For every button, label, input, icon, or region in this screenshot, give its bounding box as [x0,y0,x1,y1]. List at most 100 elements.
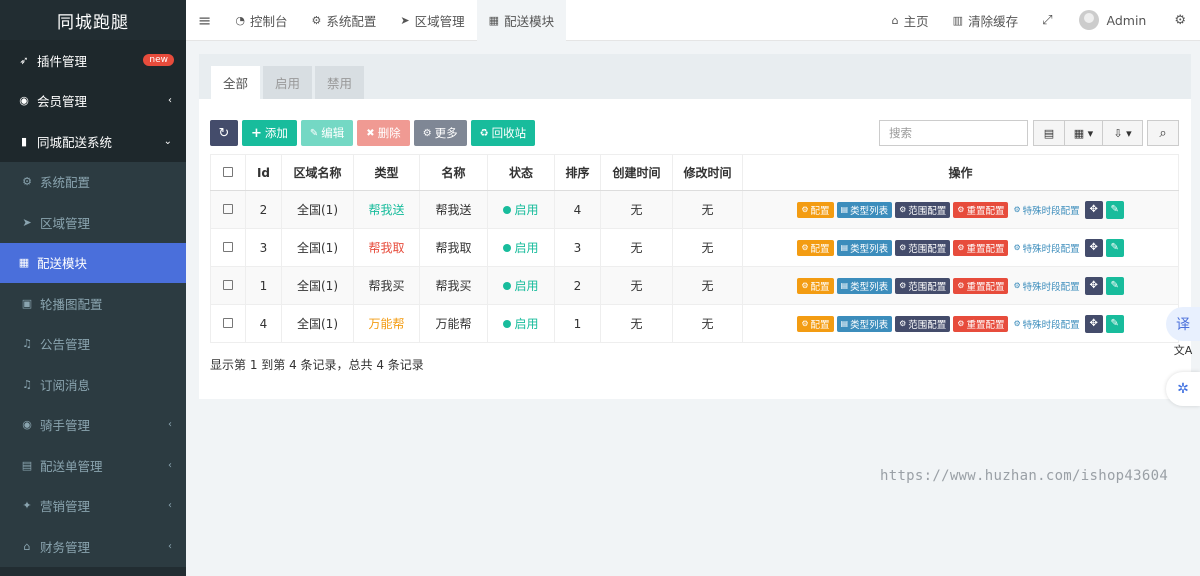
row-edit-button[interactable]: ✎ [1105,314,1124,333]
fullscreen-button[interactable]: ⤢ [1030,0,1064,41]
type-list-button[interactable]: ▤ 类型列表 [836,277,893,294]
col-region[interactable]: 区域名称 [281,154,354,191]
config-button[interactable]: ⚙ 配置 [797,239,834,256]
scope-config-button[interactable]: ⚙ 范围配置 [895,315,951,332]
more-button[interactable]: ⚙ 更多 [413,120,467,146]
type-list-button[interactable]: ▤ 类型列表 [836,201,893,218]
search-button[interactable]: ⌕ [1147,120,1179,146]
chevron-icon: ‹ [168,419,172,431]
type-list-button[interactable]: ▤ 类型列表 [836,239,893,256]
select-all-checkbox[interactable] [223,166,233,177]
image-icon: ▣ [21,296,33,310]
toggle-view-button[interactable]: ▤ [1033,120,1065,146]
sidebar-item-11[interactable]: ✦ 营销管理 ‹ [0,485,186,526]
nav-tab-0[interactable]: ◔ 控制台 [223,0,299,41]
filter-tabs: 全部 启用 禁用 [199,54,1191,99]
status-text[interactable]: 启用 [514,279,538,293]
scope-config-button[interactable]: ⚙ 范围配置 [895,201,951,218]
row-edit-button[interactable]: ✎ [1105,200,1124,219]
nav-tab-1[interactable]: ⚙ 系统配置 [300,0,389,41]
col-modified[interactable]: 修改时间 [672,154,743,191]
status-text[interactable]: 启用 [514,241,538,255]
nav-tab-3[interactable]: ▦ 配送模块 [476,0,567,41]
type-list-button-label: 类型列表 [850,319,889,331]
clear-cache-button[interactable]: ▥ 清除缓存 [941,0,1030,41]
reset-config-button[interactable]: ⚙ 重置配置 [953,277,1009,294]
menu-toggle-button[interactable]: ≡ [186,0,223,41]
edit-button[interactable]: ✎ 编辑 [300,120,354,146]
sidebar-item-10[interactable]: ▤ 配送单管理 ‹ [0,445,186,486]
col-name[interactable]: 名称 [419,154,488,191]
config-button[interactable]: ⚙ 配置 [797,201,834,218]
col-id[interactable]: Id [245,154,282,191]
drag-sort-button[interactable]: ✥ [1084,276,1103,295]
export-button[interactable]: ⇩ ▾ [1103,120,1143,146]
special-period-link[interactable]: ⚙ 特殊时段配置 [1011,240,1081,256]
sidebar-item-6[interactable]: ▣ 轮播图配置 [0,283,186,324]
delete-button[interactable]: ✖ 删除 [357,120,410,146]
nav-tab-2[interactable]: ➤ 区域管理 [388,0,476,41]
nav-tab-label: 配送模块 [504,13,555,29]
sidebar-item-3[interactable]: ⚙ 系统配置 [0,161,186,202]
special-period-link-label: 特殊时段配置 [1022,319,1080,331]
search-input[interactable]: 搜索 [879,120,1028,146]
col-type[interactable]: 类型 [353,154,420,191]
sidebar-item-0[interactable]: ➶ 插件管理 new [0,40,186,81]
location-arrow-icon: ➤ [400,13,410,27]
type-list-button[interactable]: ▤ 类型列表 [836,315,893,332]
filter-tab-2[interactable]: 禁用 [315,66,365,99]
drag-sort-button[interactable]: ✥ [1084,200,1103,219]
sidebar-item-7[interactable]: ♫ 公告管理 [0,323,186,364]
chevron-icon: ‹ [168,459,172,471]
sidebar-item-12[interactable]: ⌂ 财务管理 ‹ [0,526,186,567]
reset-config-button[interactable]: ⚙ 重置配置 [953,201,1009,218]
col-status[interactable]: 状态 [487,154,555,191]
filter-tab-0[interactable]: 全部 [211,66,261,99]
add-button[interactable]: + 添加 [242,120,297,146]
user-menu[interactable]: Admin [1065,0,1161,41]
reset-config-button[interactable]: ⚙ 重置配置 [953,239,1009,256]
sidebar-item-2[interactable]: ▮ 同城配送系统 ⌄ [0,121,186,162]
config-button-label: 配置 [810,319,830,331]
special-period-link[interactable]: ⚙ 特殊时段配置 [1011,202,1081,218]
scope-config-button[interactable]: ⚙ 范围配置 [895,277,951,294]
col-created[interactable]: 创建时间 [600,154,673,191]
sidebar-item-8[interactable]: ♫ 订阅消息 [0,364,186,405]
ai-assistant-icon: ✲ [1177,381,1189,397]
ai-assistant-button[interactable]: ✲ [1166,372,1200,406]
config-button[interactable]: ⚙ 配置 [797,315,834,332]
row-checkbox[interactable] [223,203,233,214]
filter-tab-1[interactable]: 启用 [263,66,313,99]
translate-text-button[interactable]: 文A [1166,333,1200,367]
col-sort[interactable]: 排序 [554,154,601,191]
row-checkbox[interactable] [223,279,233,290]
home-link[interactable]: ⌂ 主页 [880,0,941,41]
row-edit-button[interactable]: ✎ [1105,276,1124,295]
special-period-link[interactable]: ⚙ 特殊时段配置 [1011,316,1081,332]
status-text[interactable]: 启用 [514,203,538,217]
type-list-button-label: 类型列表 [850,281,889,293]
special-period-link[interactable]: ⚙ 特殊时段配置 [1011,278,1081,294]
settings-button[interactable]: ⚙ [1160,0,1200,41]
arrows-icon: ✥ [1089,318,1098,329]
drag-sort-button[interactable]: ✥ [1084,314,1103,333]
refresh-button[interactable]: ↻ [210,120,238,146]
row-edit-button[interactable]: ✎ [1105,238,1124,257]
status-text[interactable]: 启用 [514,317,538,331]
sidebar-menu: ➶ 插件管理 new ◉ 会员管理 ‹ ▮ 同城配送系统 ⌄ ⚙ 系统配置 ➤ 区域管理 ▦ 配送模块 ▣ 轮播… [0,40,186,567]
row-checkbox[interactable] [223,317,233,328]
drag-sort-button[interactable]: ✥ [1084,238,1103,257]
sidebar-item-9[interactable]: ◉ 骑手管理 ‹ [0,404,186,445]
scope-config-button[interactable]: ⚙ 范围配置 [895,239,951,256]
config-button[interactable]: ⚙ 配置 [797,277,834,294]
sidebar-item-1[interactable]: ◉ 会员管理 ‹ [0,80,186,121]
row-checkbox[interactable] [223,241,233,252]
sidebar-item-4[interactable]: ➤ 区域管理 [0,202,186,243]
cell-modified: 无 [672,190,743,229]
cell-operations: ⚙ 配置 ▤ 类型列表 ⚙ 范围配置 ⚙ 重置配置 ⚙ 特殊时段配置 ✥ ✎ [742,228,1179,267]
sidebar-item-5[interactable]: ▦ 配送模块 [0,242,186,283]
reset-config-button[interactable]: ⚙ 重置配置 [953,315,1009,332]
recycle-bin-button[interactable]: ♻ 回收站 [470,120,536,146]
scope-config-button-label: 范围配置 [908,281,947,293]
columns-button[interactable]: ▦ ▾ [1065,120,1103,146]
